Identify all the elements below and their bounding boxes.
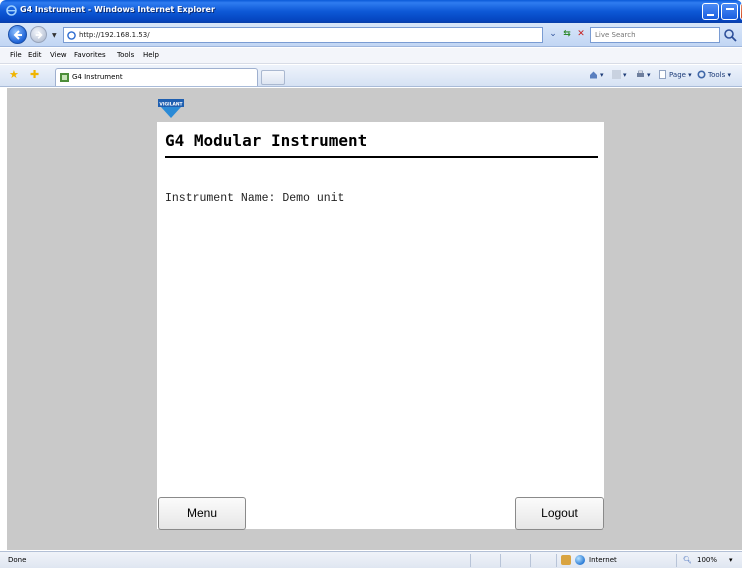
feeds-icon (612, 70, 621, 79)
zoom-icon[interactable]: 🔍︎ (683, 556, 692, 564)
recent-pages-chevron-icon[interactable]: ▼ (52, 32, 57, 39)
menu-view[interactable]: View (50, 51, 67, 59)
status-divider (500, 554, 501, 567)
address-bar-row: ▼ http://192.168.1.53/ ⌄ ⇆ ✕ (0, 23, 742, 47)
window-title: G4 Instrument - Windows Internet Explore… (20, 5, 215, 14)
address-field[interactable]: http://192.168.1.53/ (63, 27, 543, 43)
logo-text: VIGILANT (159, 101, 182, 107)
internet-explorer-icon (6, 5, 17, 16)
feeds-button[interactable]: ▾ (612, 70, 627, 79)
internet-zone-icon (575, 555, 585, 565)
page-favicon-icon (67, 31, 76, 40)
instrument-panel (157, 122, 604, 529)
new-tab-button[interactable] (261, 70, 285, 85)
tab-label: G4 Instrument (72, 73, 123, 81)
address-dropdown-icon[interactable]: ⌄ (546, 27, 560, 41)
menu-bar: File Edit View Favorites Tools Help (0, 48, 742, 64)
refresh-icon[interactable]: ⇆ (560, 27, 574, 41)
protected-mode-icon[interactable] (561, 555, 571, 565)
page-menu-label: Page (669, 71, 686, 79)
status-divider (470, 554, 471, 567)
menu-favorites[interactable]: Favorites (74, 51, 106, 59)
vigilant-logo: VIGILANT (158, 99, 184, 118)
menu-edit[interactable]: Edit (28, 51, 42, 59)
menu-button[interactable]: Menu (158, 497, 246, 530)
page-title: G4 Modular Instrument (165, 131, 368, 150)
security-zone-label: Internet (589, 556, 617, 564)
forward-button[interactable] (30, 26, 47, 43)
search-icon[interactable] (722, 27, 740, 43)
menu-help[interactable]: Help (143, 51, 159, 59)
minimize-button[interactable] (702, 3, 719, 20)
status-bar: Done Internet 🔍︎ 100% ▾ (0, 551, 742, 568)
stop-icon[interactable]: ✕ (574, 27, 588, 41)
add-favorite-icon[interactable]: ✚ (30, 69, 39, 81)
status-divider (676, 554, 677, 567)
minimize-icon (707, 14, 714, 16)
forward-arrow-icon (35, 31, 43, 39)
page-icon (659, 70, 666, 79)
tools-menu-label: Tools (708, 71, 726, 79)
tab-bar: ★ ✚ G4 Instrument ▾ ▾ ▾ Page ▾ Tools ▾ (0, 65, 742, 87)
instrument-name-line: Instrument Name: Demo unit (165, 192, 345, 205)
zoom-level[interactable]: 100% (697, 556, 717, 564)
favorites-star-icon[interactable]: ★ (9, 69, 19, 81)
status-divider (556, 554, 557, 567)
window-title-bar[interactable]: G4 Instrument - Windows Internet Explore… (0, 0, 742, 23)
search-input[interactable] (591, 28, 709, 42)
menu-tools[interactable]: Tools (117, 51, 134, 59)
tab-g4-instrument[interactable]: G4 Instrument (55, 68, 258, 86)
logout-button[interactable]: Logout (515, 497, 604, 530)
zoom-dropdown-icon[interactable]: ▾ (729, 556, 733, 564)
home-icon (590, 71, 597, 79)
title-divider (165, 156, 598, 158)
page-menu-button[interactable]: Page ▾ (658, 70, 692, 79)
maximize-button[interactable] (721, 3, 738, 20)
tab-favicon-icon (60, 73, 69, 82)
print-button[interactable]: ▾ (636, 70, 651, 79)
search-box[interactable] (590, 27, 720, 43)
back-button[interactable] (8, 25, 27, 44)
status-divider (530, 554, 531, 567)
maximize-icon (726, 8, 734, 10)
status-text: Done (8, 556, 27, 564)
menu-file[interactable]: File (10, 51, 22, 59)
tools-menu-button[interactable]: Tools ▾ (697, 70, 731, 79)
back-arrow-icon (13, 30, 22, 40)
home-button[interactable]: ▾ (589, 70, 604, 79)
tools-gear-icon (697, 70, 706, 79)
address-url: http://192.168.1.53/ (79, 31, 150, 39)
print-icon (637, 70, 644, 77)
